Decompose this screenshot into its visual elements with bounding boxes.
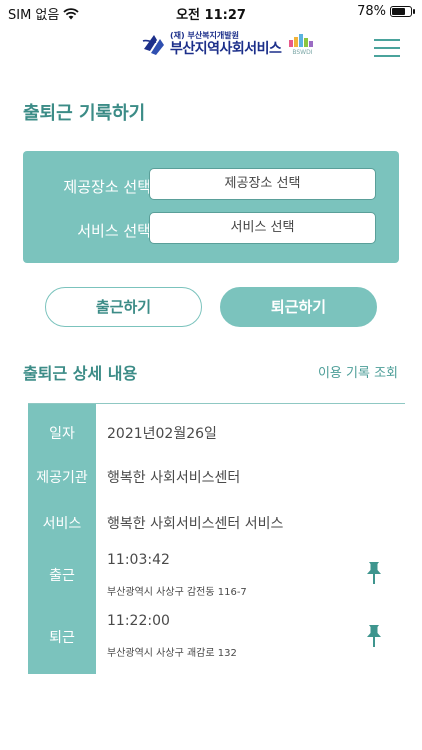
- place-row: 제공장소 선택 제공장소 선택: [23, 168, 399, 202]
- logo-text: (재) 부산복지개발원 부산지역사회서비스: [170, 31, 282, 57]
- service-select[interactable]: 서비스 선택: [149, 212, 376, 244]
- place-select[interactable]: 제공장소 선택: [149, 168, 376, 200]
- menu-line: [374, 39, 400, 41]
- check-out-label: 퇴근: [49, 630, 75, 646]
- logo-title: 부산지역사회서비스: [170, 41, 282, 57]
- hamburger-menu-button[interactable]: [374, 39, 400, 59]
- logo-bars-icon: [289, 33, 314, 47]
- check-out-button[interactable]: 퇴근하기: [220, 287, 377, 327]
- service-row: 서비스 선택 서비스 선택: [23, 212, 399, 246]
- logo-mark-icon: [142, 35, 164, 55]
- pin-icon[interactable]: [364, 561, 384, 585]
- menu-line: [374, 47, 400, 49]
- battery-icon: [390, 6, 415, 17]
- check-in-label: 출근: [49, 568, 75, 584]
- logo-subtitle: (재) 부산복지개발원: [170, 31, 239, 40]
- logo-side-text: BSWDI: [292, 48, 313, 56]
- selection-panel: 제공장소 선택 제공장소 선택 서비스 선택 서비스 선택: [23, 151, 399, 263]
- battery-level: [392, 8, 406, 15]
- battery-percent: 78%: [357, 4, 386, 19]
- check-out-address: 부산광역시 사상구 괘감로 132: [107, 648, 237, 659]
- menu-line: [374, 55, 400, 57]
- check-in-time: 11:03:42: [107, 552, 170, 568]
- agency-label: 제공기관: [36, 470, 88, 486]
- check-out-time: 11:22:00: [107, 613, 170, 629]
- status-right: 78%: [357, 4, 415, 19]
- page-title: 출퇴근 기록하기: [23, 103, 146, 124]
- history-link[interactable]: 이용 기록 조회: [318, 362, 398, 381]
- service-label: 서비스 선택: [77, 222, 151, 240]
- date-label: 일자: [49, 426, 75, 442]
- check-in-button[interactable]: 출근하기: [45, 287, 202, 327]
- date-value: 2021년02월26일: [107, 426, 217, 442]
- logo-side: BSWDI: [289, 33, 315, 56]
- pin-icon[interactable]: [364, 624, 384, 648]
- details-title: 출퇴근 상세 내용: [23, 364, 138, 383]
- place-label: 제공장소 선택: [63, 178, 151, 196]
- service-detail-label: 서비스: [42, 516, 82, 532]
- service-detail-value: 행복한 사회서비스센터 서비스: [107, 516, 284, 532]
- agency-value: 행복한 사회서비스센터: [107, 470, 241, 486]
- status-bar: SIM 없음 오전 11:27 78%: [0, 0, 422, 24]
- app-logo: (재) 부산복지개발원 부산지역사회서비스 BSWDI: [142, 31, 315, 57]
- app-header: (재) 부산복지개발원 부산지역사회서비스 BSWDI: [0, 26, 422, 72]
- check-in-address: 부산광역시 사상구 감전동 116-7: [107, 587, 247, 598]
